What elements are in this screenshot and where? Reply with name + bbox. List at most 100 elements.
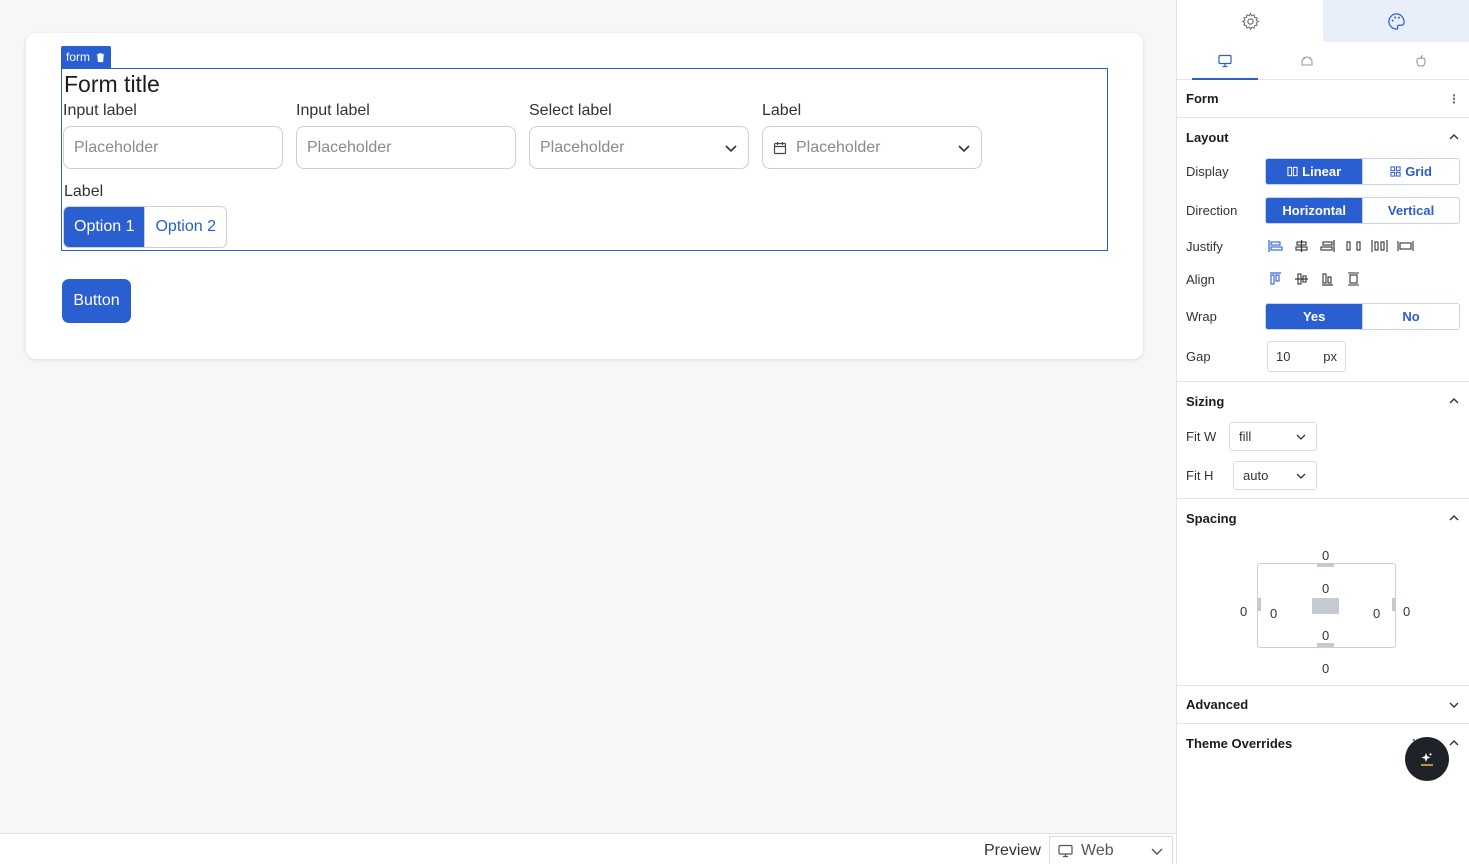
advanced-section-header[interactable]: Advanced: [1177, 686, 1469, 724]
input-field-2: Input label Placeholder: [296, 102, 516, 169]
justify-end-icon[interactable]: [1319, 239, 1336, 253]
left-handle[interactable]: [1257, 598, 1261, 611]
tab-android[interactable]: [1274, 42, 1340, 79]
wrap-yes-option[interactable]: Yes: [1266, 303, 1363, 329]
segment-option-2[interactable]: Option 2: [144, 207, 226, 247]
form-tag-label: form: [66, 50, 90, 64]
chevron-up-icon: [1449, 515, 1459, 521]
component-title: Form: [1186, 91, 1219, 106]
justify-stretch-icon[interactable]: [1397, 239, 1414, 253]
chevron-down-icon: [1296, 434, 1306, 440]
monitor-icon: [1058, 844, 1073, 858]
chevron-down-icon: [1296, 473, 1306, 479]
spacing-section-header[interactable]: Spacing: [1177, 499, 1469, 537]
spacing-editor: 0 0 0 0 0 0 0 0: [1177, 537, 1469, 686]
justify-space-around-icon[interactable]: [1371, 239, 1388, 253]
align-stretch-icon[interactable]: [1345, 272, 1362, 286]
sizing-section-header[interactable]: Sizing: [1177, 382, 1469, 420]
columns-icon: [1287, 166, 1298, 176]
display-row: Display Linear Grid: [1177, 156, 1469, 186]
bottom-handle[interactable]: [1317, 643, 1334, 647]
wrap-toggle: Yes No: [1265, 302, 1460, 330]
wrap-no-option[interactable]: No: [1362, 303, 1459, 329]
form-container[interactable]: Form title Input label Placeholder Input…: [61, 68, 1108, 251]
gear-icon: [1241, 12, 1259, 30]
display-toggle: Linear Grid: [1265, 157, 1460, 185]
tab-web[interactable]: [1192, 42, 1258, 80]
chevron-down-icon: [725, 144, 737, 152]
more-options-icon[interactable]: ⋮: [1448, 92, 1460, 106]
fit-h-select[interactable]: auto: [1233, 461, 1317, 490]
ai-assistant-button[interactable]: [1405, 737, 1449, 781]
direction-vertical-option[interactable]: Vertical: [1362, 197, 1459, 223]
grid-icon: [1390, 165, 1401, 177]
top-handle[interactable]: [1317, 563, 1334, 567]
fit-w-row: Fit W fill: [1177, 420, 1469, 453]
properties-sidebar: Form ⋮ Layout Display Linear Grid Direct…: [1176, 0, 1469, 864]
display-linear-option[interactable]: Linear: [1266, 158, 1363, 184]
align-end-icon[interactable]: [1319, 272, 1336, 286]
align-label: Align: [1186, 271, 1215, 287]
gap-label: Gap: [1186, 349, 1211, 364]
chevron-down-icon: [1449, 702, 1459, 708]
apple-icon: [1416, 54, 1426, 67]
margin-right-value[interactable]: 0: [1403, 604, 1410, 619]
align-start-icon[interactable]: [1267, 272, 1284, 286]
date-input[interactable]: Placeholder: [762, 126, 982, 169]
palette-icon: [1387, 12, 1405, 30]
input-label-2: Input label: [296, 102, 370, 119]
padding-bottom-value[interactable]: 0: [1322, 628, 1329, 643]
form-selection-tag[interactable]: form: [61, 46, 111, 68]
chevron-down-icon: [958, 144, 970, 152]
margin-top-value[interactable]: 0: [1322, 548, 1329, 563]
direction-row: Direction Horizontal Vertical: [1177, 186, 1469, 234]
display-grid-option[interactable]: Grid: [1362, 158, 1459, 184]
layout-section-header[interactable]: Layout: [1177, 118, 1469, 156]
content-box: [1312, 598, 1339, 614]
fit-w-select[interactable]: fill: [1229, 422, 1317, 451]
justify-label: Justify: [1186, 238, 1223, 254]
padding-top-value[interactable]: 0: [1322, 581, 1329, 596]
chevron-up-icon: [1449, 398, 1459, 404]
direction-label: Direction: [1186, 202, 1238, 218]
segment-label: Label: [64, 183, 104, 200]
gap-input[interactable]: 10 px: [1267, 341, 1346, 372]
align-center-icon[interactable]: [1293, 272, 1310, 286]
wrap-row: Wrap Yes No: [1177, 300, 1469, 332]
fit-w-label: Fit W: [1186, 429, 1217, 444]
tab-style[interactable]: [1323, 0, 1469, 42]
select-field: Select label Placeholder: [529, 102, 749, 169]
chevron-down-icon: [1151, 848, 1163, 855]
android-icon: [1301, 56, 1313, 66]
form-title: Form title: [64, 71, 160, 97]
primary-button[interactable]: Button: [62, 279, 131, 323]
justify-start-icon[interactable]: [1267, 239, 1284, 253]
justify-space-between-icon[interactable]: [1345, 239, 1362, 253]
input-label-1: Input label: [63, 102, 137, 119]
segment-option-1[interactable]: Option 1: [64, 207, 145, 247]
justify-icons: [1267, 239, 1414, 253]
date-field: Label Placeholder: [762, 102, 982, 169]
tab-ios[interactable]: [1388, 42, 1454, 79]
chevron-up-icon: [1449, 740, 1459, 746]
select-input[interactable]: Placeholder: [529, 126, 749, 169]
justify-row: Justify: [1177, 234, 1469, 258]
form-card: form Form title Input label Placeholder …: [26, 33, 1143, 359]
align-icons: [1267, 272, 1362, 286]
preview-label: Preview: [984, 842, 1041, 859]
device-tabs: [1177, 42, 1469, 80]
margin-left-value[interactable]: 0: [1240, 604, 1247, 619]
trash-icon[interactable]: [95, 52, 106, 63]
padding-left-value[interactable]: 0: [1270, 606, 1277, 621]
text-input-1[interactable]: Placeholder: [63, 126, 283, 169]
preview-device-select[interactable]: Web: [1049, 836, 1173, 864]
fit-h-label: Fit H: [1186, 468, 1214, 483]
tab-settings[interactable]: [1177, 0, 1323, 42]
padding-right-value[interactable]: 0: [1373, 606, 1380, 621]
input-field-1: Input label Placeholder: [63, 102, 283, 169]
right-handle[interactable]: [1392, 598, 1396, 611]
text-input-2[interactable]: Placeholder: [296, 126, 516, 169]
margin-bottom-value[interactable]: 0: [1322, 661, 1329, 676]
direction-horizontal-option[interactable]: Horizontal: [1266, 197, 1363, 223]
justify-center-icon[interactable]: [1293, 239, 1310, 253]
